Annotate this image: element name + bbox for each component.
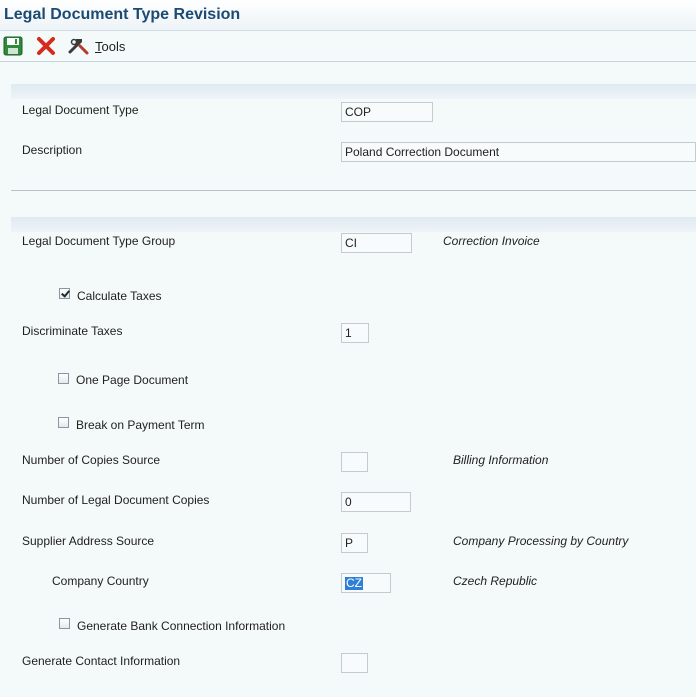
description-label: Description [22, 143, 83, 157]
generate-contact-information-label: Generate Contact Information [22, 654, 181, 668]
number-of-copies-source-label: Number of Copies Source [22, 453, 161, 467]
break-on-payment-term-checkbox[interactable] [58, 417, 69, 428]
legal-document-type-group-description: Correction Invoice [443, 234, 540, 248]
company-country-value: CZ [345, 576, 363, 590]
legal-document-type-group-input[interactable] [341, 233, 412, 253]
section-header-band [11, 217, 696, 232]
tools-label: Tools [95, 39, 126, 54]
cancel-icon [37, 37, 55, 55]
one-page-document-label: One Page Document [76, 373, 189, 387]
calculate-taxes-checkbox[interactable] [59, 288, 70, 299]
tools-icon [68, 38, 89, 55]
company-country-label: Company Country [52, 574, 149, 588]
number-of-legal-document-copies-label: Number of Legal Document Copies [22, 493, 210, 507]
description-input[interactable] [341, 142, 696, 162]
discriminate-taxes-label: Discriminate Taxes [22, 324, 123, 338]
page-title: Legal Document Type Revision [4, 6, 241, 23]
calculate-taxes-label: Calculate Taxes [77, 289, 162, 303]
break-on-payment-term-label: Break on Payment Term [76, 418, 205, 432]
legal-document-type-input[interactable] [341, 102, 433, 122]
generate-bank-connection-information-checkbox[interactable] [59, 618, 70, 629]
supplier-address-source-label: Supplier Address Source [22, 534, 155, 548]
legal-document-type-group-label: Legal Document Type Group [22, 234, 176, 248]
toolbar: Tools [0, 31, 696, 62]
company-country-description: Czech Republic [453, 574, 538, 588]
company-country-input[interactable]: CZ [341, 573, 391, 593]
section-divider [11, 190, 696, 191]
number-of-copies-source-input[interactable] [341, 452, 368, 472]
save-button[interactable] [3, 36, 23, 56]
generate-contact-information-input[interactable] [341, 653, 368, 673]
generate-bank-connection-information-label: Generate Bank Connection Information [77, 619, 286, 633]
section-header-band [11, 84, 696, 99]
number-of-copies-source-description: Billing Information [453, 453, 549, 467]
supplier-address-source-input[interactable] [341, 533, 368, 553]
supplier-address-source-description: Company Processing by Country [453, 534, 629, 548]
cancel-button[interactable] [36, 36, 56, 56]
save-icon [3, 36, 23, 56]
number-of-legal-document-copies-input[interactable] [341, 492, 411, 512]
one-page-document-checkbox[interactable] [58, 373, 69, 384]
legal-document-type-label: Legal Document Type [22, 103, 139, 117]
title-bar: Legal Document Type Revision [0, 0, 696, 31]
discriminate-taxes-input[interactable] [341, 323, 369, 343]
